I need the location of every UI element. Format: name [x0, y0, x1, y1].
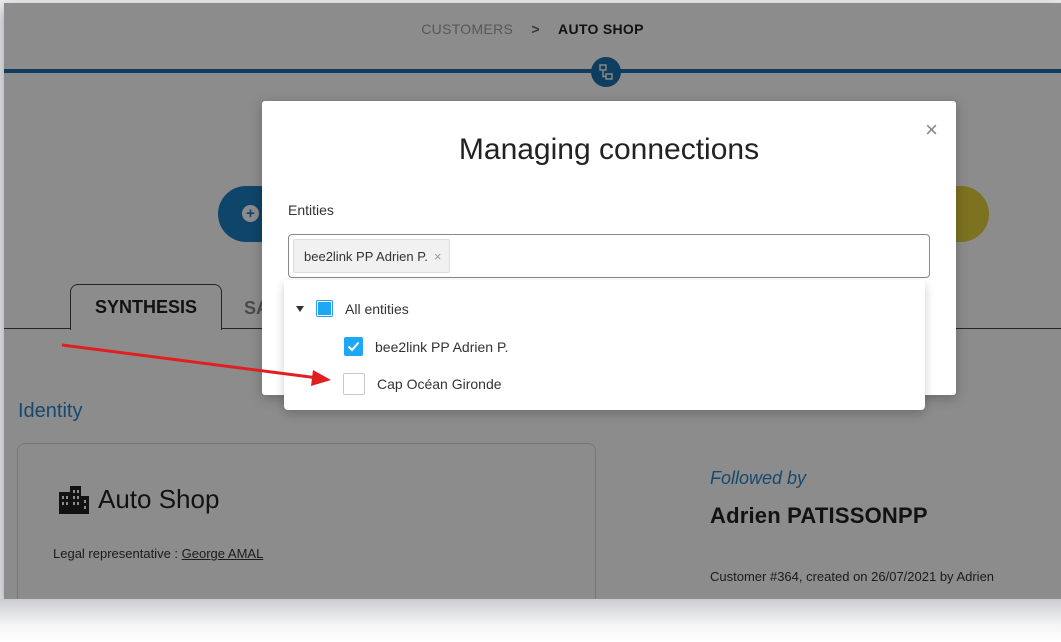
bottom-shadow — [0, 599, 1061, 642]
annotation-arrow — [61, 343, 331, 386]
